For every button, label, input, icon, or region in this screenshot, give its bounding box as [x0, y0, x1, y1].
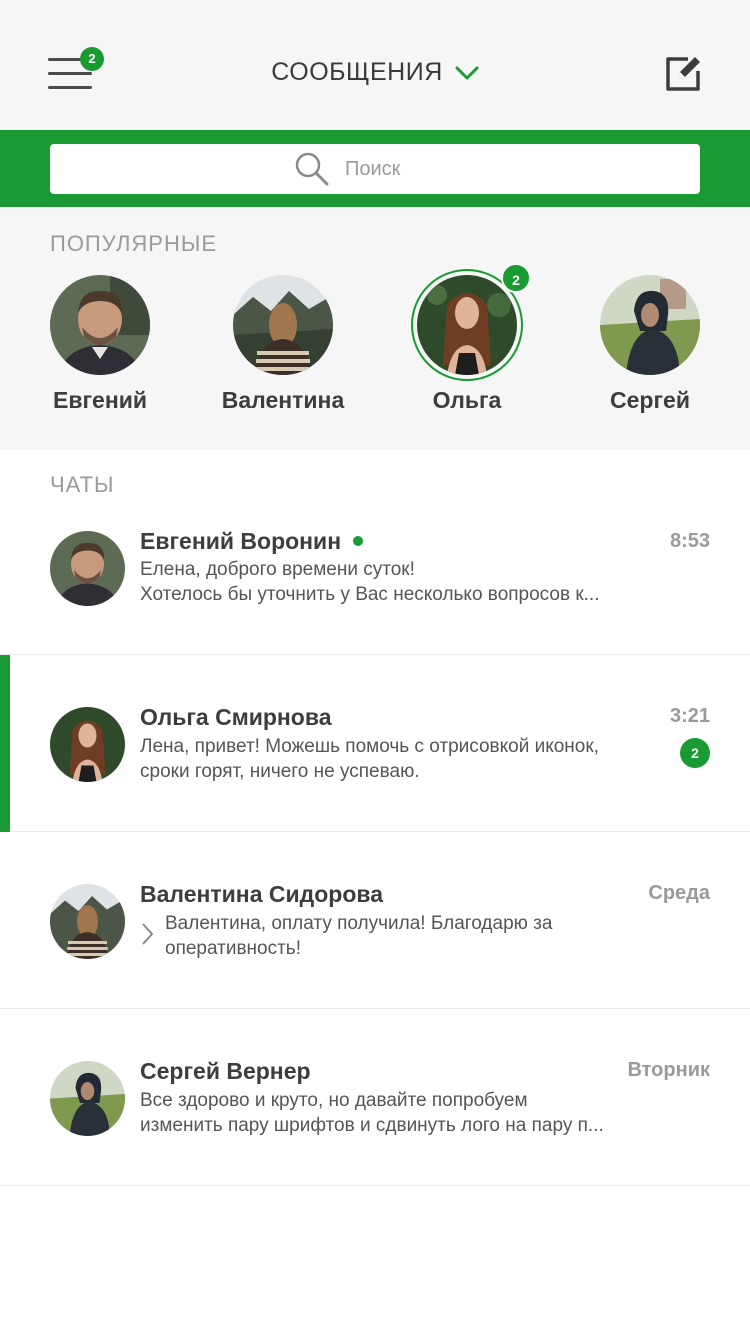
- chat-contact-name: Валентина Сидорова: [140, 881, 383, 907]
- chat-row[interactable]: Сергей Вернер Вторник Все здорово и крут…: [0, 1009, 750, 1186]
- chat-preview-line: Все здорово и круто, но давайте попробуе…: [140, 1090, 528, 1111]
- online-indicator: [353, 535, 364, 546]
- chat-contact-name: Евгений Воронин: [140, 528, 364, 555]
- popular-name: Сергей: [610, 387, 690, 413]
- search-box[interactable]: [50, 144, 700, 194]
- reply-arrow-icon: [142, 923, 154, 945]
- chat-time: Среда: [648, 882, 710, 904]
- popular-name: Евгений: [52, 387, 148, 413]
- chat-row[interactable]: Евгений Воронин 8:53 Елена, доброго врем…: [0, 500, 750, 655]
- avatar: [50, 531, 125, 606]
- unread-badge: 2: [680, 738, 710, 768]
- chat-preview: Все здорово и круто, но давайте попробуе…: [140, 1088, 620, 1138]
- popular-section: ПОПУЛЯРНЫЕ Евгений Валентина 2 Ольга Сер…: [0, 207, 750, 450]
- chat-preview-line: Хотелось бы уточнить у Вас несколько воп…: [140, 584, 600, 605]
- chat-preview-line: Елена, доброго времени суток!: [140, 559, 415, 580]
- chat-time: Вторник: [627, 1059, 710, 1081]
- app-header: 2 СООБЩЕНИЯ: [0, 0, 750, 130]
- avatar: [417, 275, 517, 375]
- chat-preview-line: изменить пару шрифтов и сдвинуть лого на…: [140, 1115, 604, 1136]
- chat-contact-name: Ольга Смирнова: [140, 704, 332, 730]
- popular-badge: 2: [501, 263, 531, 293]
- chat-preview: Лена, привет! Можешь помочь с отрисовкой…: [140, 734, 640, 784]
- popular-name: Ольга: [432, 387, 502, 413]
- popular-name: Валентина: [221, 387, 345, 413]
- popular-label: ПОПУЛЯРНЫЕ: [50, 231, 218, 256]
- avatar: [233, 275, 333, 375]
- popular-person[interactable]: Евгений: [30, 275, 170, 414]
- chat-time: 8:53: [669, 530, 710, 552]
- chat-contact-name: Сергей Вернер: [140, 1058, 311, 1084]
- avatar: [50, 707, 125, 782]
- chevron-down-icon: [455, 66, 479, 79]
- chat-row[interactable]: Валентина Сидорова Среда Валентина, опла…: [0, 832, 750, 1009]
- search-band: [0, 130, 750, 207]
- chat-preview-line: Лена, привет! Можешь помочь с отрисовкой…: [140, 736, 599, 757]
- compose-icon[interactable]: [664, 55, 702, 93]
- avatar: [50, 1061, 125, 1136]
- chats-label: ЧАТЫ: [50, 472, 115, 497]
- avatar: [50, 275, 150, 375]
- search-input[interactable]: [345, 157, 455, 181]
- chat-preview-line: сроки горят, ничего не успеваю.: [140, 761, 420, 782]
- chat-preview: Валентина, оплату получила! Благодарю за…: [165, 911, 625, 961]
- search-icon: [295, 152, 329, 186]
- chat-name-text: Евгений Воронин: [140, 528, 342, 554]
- popular-person[interactable]: Валентина: [213, 275, 353, 414]
- chat-row[interactable]: Ольга Смирнова 3:21 2 Лена, привет! Може…: [0, 655, 750, 832]
- title-dropdown[interactable]: СООБЩЕНИЯ: [271, 58, 479, 87]
- header-title-container: СООБЩЕНИЯ: [0, 58, 750, 87]
- chat-preview: Елена, доброго времени суток! Хотелось б…: [140, 557, 620, 607]
- chat-preview-line: Валентина, оплату получила! Благодарю за: [165, 913, 553, 934]
- popular-person[interactable]: 2 Ольга: [397, 263, 537, 414]
- page-title: СООБЩЕНИЯ: [271, 58, 443, 86]
- chat-time: 3:21: [669, 705, 710, 727]
- avatar: [50, 884, 125, 959]
- popular-person[interactable]: Сергей: [580, 275, 720, 414]
- chat-preview-line: оперативность!: [165, 938, 301, 959]
- avatar: [600, 275, 700, 375]
